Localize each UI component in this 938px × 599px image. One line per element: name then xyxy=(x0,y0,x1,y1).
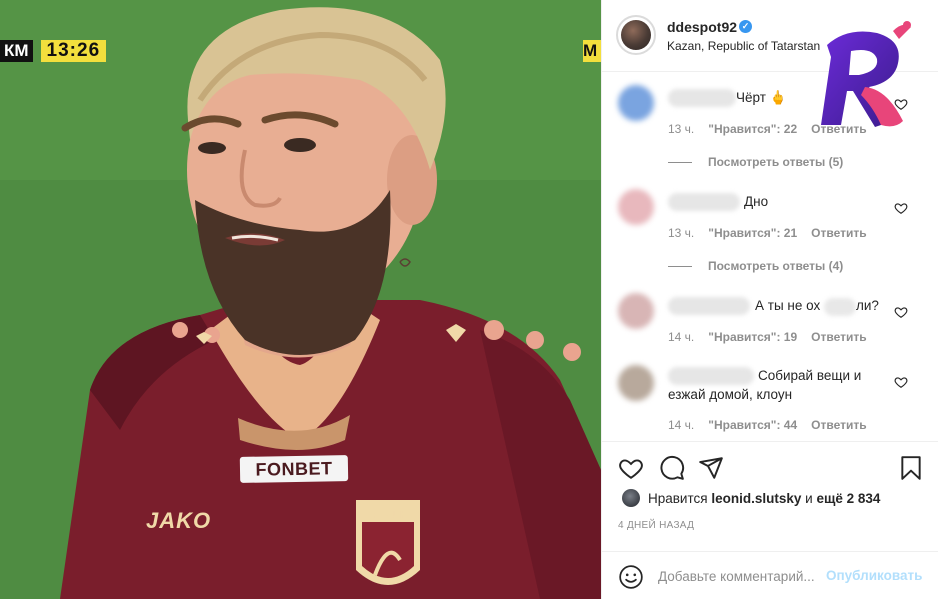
commenter-name-hidden[interactable] xyxy=(668,89,736,107)
add-comment-bar: Опубликовать xyxy=(602,551,938,599)
comment-likes[interactable]: "Нравится": 19 xyxy=(708,330,797,344)
author-username[interactable]: ddespot92 xyxy=(667,19,737,35)
verified-badge-icon: ✓ xyxy=(739,20,752,33)
commenter-avatar[interactable] xyxy=(618,189,654,225)
comment-text: Чёрт 🖕 xyxy=(736,90,787,105)
like-heart-icon[interactable] xyxy=(894,305,908,319)
like-heart-icon[interactable] xyxy=(894,375,908,389)
view-replies-label: Посмотреть ответы (4) xyxy=(708,259,844,273)
reply-button[interactable]: Ответить xyxy=(811,418,866,432)
like-heart-icon[interactable] xyxy=(894,97,908,111)
comment-meta: 14 ч. "Нравится": 44 Ответить xyxy=(668,418,867,432)
reply-button[interactable]: Ответить xyxy=(811,226,866,240)
liked-by-user[interactable]: leonid.slutsky xyxy=(711,491,801,506)
comments-list: Чёрт 🖕 13 ч. "Нравится": 22 Ответить Пос… xyxy=(602,73,938,441)
liked-by-count[interactable]: ещё 2 834 xyxy=(816,491,880,506)
comment-meta: 13 ч. "Нравится": 21 Ответить xyxy=(668,226,867,240)
liked-by-prefix: Нравится xyxy=(648,490,708,506)
scoreboard-team-left: КМ xyxy=(0,40,33,62)
liked-by-middle: и xyxy=(805,490,813,506)
commenter-avatar[interactable] xyxy=(618,293,654,329)
comment-likes[interactable]: "Нравится": 22 xyxy=(708,122,797,136)
comment-meta: 13 ч. "Нравится": 22 Ответить xyxy=(668,122,867,136)
shirt-sponsor: FONBET xyxy=(239,455,349,483)
post-timestamp[interactable]: 4 ДНЕЙ НАЗАД xyxy=(618,520,694,531)
player-illustration xyxy=(0,0,601,599)
comment-text-line2: езжай домой, клоун xyxy=(668,387,793,402)
comment-time[interactable]: 14 ч. xyxy=(668,418,694,432)
kit-brand: JAKO xyxy=(146,508,212,533)
emoji-smile-icon[interactable] xyxy=(618,564,644,590)
comment-time[interactable]: 14 ч. xyxy=(668,330,694,344)
comment-text: Дно xyxy=(744,194,769,209)
reply-button[interactable]: Ответить xyxy=(811,122,866,136)
comment-time[interactable]: 13 ч. xyxy=(668,226,694,240)
post-location[interactable]: Kazan, Republic of Tatarstan xyxy=(667,39,820,53)
comment-likes[interactable]: "Нравится": 44 xyxy=(708,418,797,432)
comment-text-start: А ты не ох xyxy=(755,298,821,313)
comment-likes[interactable]: "Нравится": 21 xyxy=(708,226,797,240)
commenter-name-hidden[interactable] xyxy=(668,297,750,315)
view-replies-button[interactable]: Посмотреть ответы (4) xyxy=(668,259,843,273)
match-scoreboard: КМ 13:26 xyxy=(0,40,107,62)
commenter-name-hidden[interactable] xyxy=(668,193,740,211)
club-crest-text: РУБИН xyxy=(372,510,408,521)
commenter-avatar[interactable] xyxy=(618,365,654,401)
commenter-name-hidden[interactable] xyxy=(668,367,754,385)
post-panel: ddespot92 ✓ Kazan, Republic of Tatarstan… xyxy=(601,0,938,599)
liker-avatar[interactable] xyxy=(622,489,640,507)
post-actions: Нравится leonid.slutsky и ещё 2 834 4 ДН… xyxy=(602,441,938,599)
view-replies-button[interactable]: Посмотреть ответы (5) xyxy=(668,155,843,169)
liked-by-summary[interactable]: Нравится leonid.slutsky и ещё 2 834 xyxy=(622,489,880,507)
scoreboard-team-right: M xyxy=(583,40,601,62)
match-time: 13:26 xyxy=(40,40,107,62)
publish-button[interactable]: Опубликовать xyxy=(826,568,922,583)
comment-text-end: ли? xyxy=(856,298,879,313)
comment-censored-part xyxy=(824,298,856,316)
comment-text-line1: Собирай вещи и xyxy=(758,368,862,383)
reply-button[interactable]: Ответить xyxy=(811,330,866,344)
comment-bubble-icon[interactable] xyxy=(659,455,685,481)
like-heart-icon[interactable] xyxy=(894,201,908,215)
share-paper-plane-icon[interactable] xyxy=(698,455,724,481)
post-photo[interactable]: КМ 13:26 M FONBET JAKO РУБИН xyxy=(0,0,601,599)
comment-input[interactable] xyxy=(658,565,828,587)
view-replies-label: Посмотреть ответы (5) xyxy=(708,155,844,169)
commenter-avatar[interactable] xyxy=(618,85,654,121)
comment-meta: 14 ч. "Нравится": 19 Ответить xyxy=(668,330,867,344)
like-heart-icon[interactable] xyxy=(618,455,644,481)
bookmark-icon[interactable] xyxy=(898,455,924,481)
comment-time[interactable]: 13 ч. xyxy=(668,122,694,136)
author-avatar[interactable] xyxy=(616,15,656,55)
